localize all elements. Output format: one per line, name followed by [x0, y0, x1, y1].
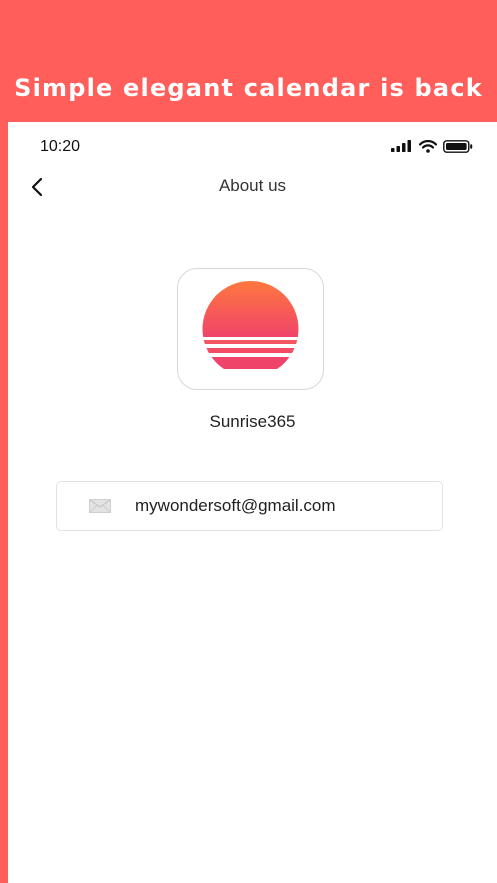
app-name: Sunrise365	[209, 412, 296, 431]
banner-title: Simple elegant calendar is back	[14, 74, 483, 102]
contact-email: mywondersoft@gmail.com	[135, 496, 336, 515]
contact-email-row[interactable]: mywondersoft@gmail.com	[56, 481, 443, 531]
phone-screen: 10:20 About us Sunrise365 mywondersoft@g…	[8, 122, 497, 883]
mail-icon	[89, 499, 111, 513]
wifi-icon	[419, 139, 437, 153]
promo-banner: Simple elegant calendar is back	[0, 0, 497, 122]
status-icons	[391, 139, 473, 153]
cellular-signal-icon	[391, 140, 411, 152]
status-bar: 10:20	[8, 122, 497, 172]
page-title: About us	[218, 176, 287, 195]
sunrise-logo-icon	[202, 281, 299, 369]
battery-icon	[443, 139, 473, 153]
status-time: 10:20	[40, 138, 81, 155]
app-logo	[177, 268, 324, 390]
nav-bar: About us	[8, 172, 497, 202]
